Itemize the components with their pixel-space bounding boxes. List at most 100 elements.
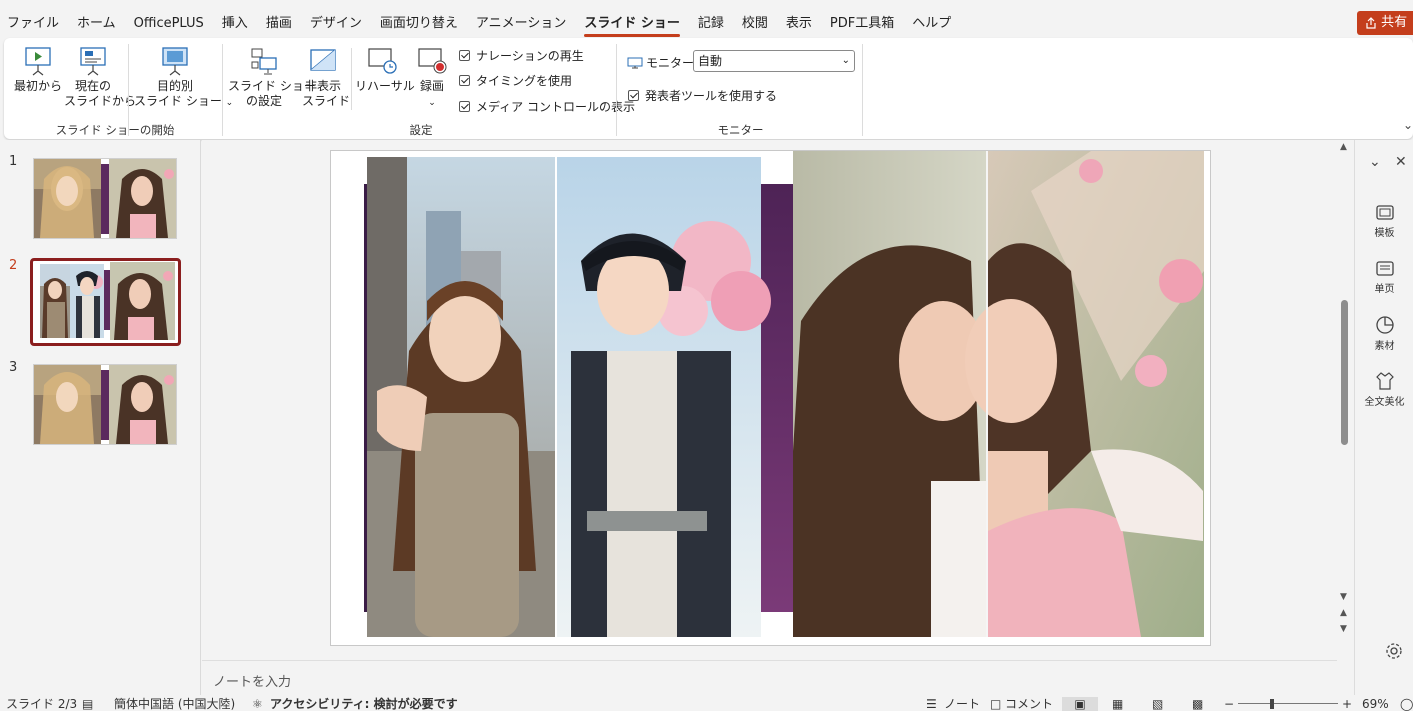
from-beginning-button[interactable]: 最初から xyxy=(14,46,62,94)
notes-pane[interactable]: ノートを入力 xyxy=(202,660,1337,694)
tab-home[interactable]: ホーム xyxy=(68,13,125,35)
sidepane-item-materials[interactable]: 素材 xyxy=(1355,315,1413,352)
record-icon xyxy=(418,48,447,74)
thumbnail-image xyxy=(34,365,176,444)
from-beginning-label: 最初から xyxy=(14,79,63,93)
notes-placeholder: ノートを入力 xyxy=(213,675,292,690)
chevron-down-icon: ⌄ xyxy=(841,55,850,66)
show-media-controls-checkbox[interactable]: メディア コントロールの表示 xyxy=(459,98,635,115)
from-current-slide-icon xyxy=(80,47,106,76)
tab-help[interactable]: ヘルプ xyxy=(903,13,960,35)
use-timings-checkbox[interactable]: タイミングを使用 xyxy=(459,72,572,89)
tab-transitions[interactable]: 画面切り替え xyxy=(371,13,467,35)
tab-pdf-tools[interactable]: PDF工具箱 xyxy=(821,13,903,35)
record-button[interactable]: 録画 ⌄ xyxy=(412,46,452,111)
comment-icon: □ xyxy=(990,697,1002,711)
tab-animations[interactable]: アニメーション xyxy=(467,13,575,35)
monitor-select[interactable]: 自動 ⌄ xyxy=(693,50,855,72)
rehearse-timings-button[interactable]: リハーサル xyxy=(355,46,415,94)
tab-officeplus[interactable]: OfficePLUS xyxy=(125,13,213,35)
zoom-out-icon[interactable]: − xyxy=(1224,697,1234,711)
chevron-down-icon: ⌄ xyxy=(428,98,436,108)
fit-to-window-icon[interactable]: ◯ xyxy=(1400,697,1413,711)
language-status[interactable]: 簡体中国語 (中国大陸) xyxy=(114,697,235,711)
hide-slide-button[interactable]: 非表示 スライド xyxy=(302,46,350,109)
slide-thumbnail-1[interactable] xyxy=(33,158,177,239)
shirt-icon xyxy=(1375,372,1394,390)
sidepane-item-single-page[interactable]: 单页 xyxy=(1355,260,1413,295)
checkbox-checked-icon xyxy=(459,50,470,61)
tab-view[interactable]: 表示 xyxy=(777,13,821,35)
from-current-slide-button[interactable]: 現在の スライドから xyxy=(64,46,136,109)
tab-file[interactable]: ファイル xyxy=(0,13,68,35)
tab-design[interactable]: デザイン xyxy=(301,13,371,35)
from-beginning-icon xyxy=(25,47,51,76)
play-narrations-checkbox[interactable]: ナレーションの再生 xyxy=(459,47,584,64)
slide-content xyxy=(364,151,1204,637)
zoom-slider[interactable] xyxy=(1238,703,1338,704)
current-slide[interactable] xyxy=(330,150,1211,646)
custom-label-1: 目的別 xyxy=(156,79,193,93)
ribbon-tabs: ファイル ホーム OfficePLUS 挿入 描画 デザイン 画面切り替え アニ… xyxy=(0,13,960,37)
close-icon[interactable]: ✕ xyxy=(1395,154,1407,170)
share-button[interactable]: 共有 xyxy=(1357,11,1413,35)
previous-slide-icon[interactable]: ▲ xyxy=(1340,608,1347,618)
play-narrations-label: ナレーションの再生 xyxy=(476,49,584,63)
spellcheck-book-icon[interactable]: ▤ xyxy=(82,697,93,711)
rehearse-timings-icon xyxy=(368,48,397,74)
checkbox-checked-icon xyxy=(459,101,470,112)
scroll-down-icon[interactable]: ▼ xyxy=(1340,592,1347,602)
collapse-chevron-icon[interactable]: ⌄ xyxy=(1369,154,1381,170)
scrollbar-thumb[interactable] xyxy=(1341,300,1348,445)
monitor-group-label: モニター xyxy=(717,123,764,137)
tab-insert[interactable]: 挿入 xyxy=(213,13,257,35)
accessibility-status[interactable]: アクセシビリティ: 検討が必要です xyxy=(270,697,458,711)
setup-slide-show-icon xyxy=(251,48,277,75)
ribbon-separator xyxy=(862,44,863,136)
ribbon-separator xyxy=(616,44,617,136)
setup-show-label-2: の設定 xyxy=(245,94,282,108)
single-page-icon xyxy=(1375,261,1394,276)
status-bar: スライド 2/3 ▤ 簡体中国語 (中国大陸) ⚛ アクセシビリティ: 検討が必… xyxy=(0,695,1413,711)
thumbnail-number: 1 xyxy=(9,154,18,169)
from-current-label-2: スライドから xyxy=(64,94,137,108)
comments-toggle[interactable]: コメント xyxy=(1005,697,1053,711)
ribbon-separator xyxy=(222,44,223,136)
tab-review[interactable]: 校閲 xyxy=(733,13,777,35)
zoom-in-icon[interactable]: + xyxy=(1342,697,1352,711)
settings-gear-icon[interactable] xyxy=(1385,642,1403,663)
slide-vertical-scrollbar[interactable]: ▲ ▼ ▲ ▼ xyxy=(1337,140,1353,640)
next-slide-icon[interactable]: ▼ xyxy=(1340,624,1347,634)
tab-draw[interactable]: 描画 xyxy=(257,13,301,35)
right-side-pane: ⌄ ✕ 模板 单页 素材 全文美化 xyxy=(1354,140,1413,695)
slide-thumbnail-3[interactable] xyxy=(33,364,177,445)
start-group-label: スライド ショーの開始 xyxy=(55,123,175,137)
custom-slide-show-button[interactable]: 目的別 スライド ショー ⌄ xyxy=(134,46,233,111)
reading-view-icon[interactable]: ▧ xyxy=(1152,697,1163,711)
menu-bar: ファイル ホーム OfficePLUS 挿入 描画 デザイン 画面切り替え アニ… xyxy=(0,0,1413,38)
show-media-controls-label: メディア コントロールの表示 xyxy=(476,100,635,114)
custom-slide-show-icon xyxy=(162,47,188,76)
notes-toggle[interactable]: ノート xyxy=(944,697,980,711)
presenter-view-label: 発表者ツールを使用する xyxy=(645,89,778,103)
setup-slide-show-button[interactable]: スライド ショー の設定 xyxy=(228,46,316,109)
setup-group-label: 設定 xyxy=(409,123,433,137)
presenter-view-checkbox[interactable]: 発表者ツールを使用する xyxy=(628,87,777,104)
tab-slide-show[interactable]: スライド ショー xyxy=(575,13,689,37)
zoom-slider-handle[interactable] xyxy=(1270,699,1274,709)
zoom-level[interactable]: 69% xyxy=(1362,697,1389,711)
sidepane-item-beautify[interactable]: 全文美化 xyxy=(1355,371,1413,408)
slide-show-view-icon[interactable]: ▩ xyxy=(1192,697,1203,711)
sidepane-item-template[interactable]: 模板 xyxy=(1355,204,1413,239)
tab-record[interactable]: 記録 xyxy=(689,13,733,35)
ribbon: 最初から 現在の スライドから 目的別 スライド ショー ⌄ スライド ショーの… xyxy=(4,38,1413,139)
slide-thumbnail-2[interactable] xyxy=(30,258,181,346)
scroll-up-icon[interactable]: ▲ xyxy=(1340,142,1347,152)
hide-slide-icon xyxy=(310,49,336,71)
slide-thumbnails-pane: 1 2 3 xyxy=(0,140,201,695)
slide-sorter-icon[interactable]: ▦ xyxy=(1112,697,1123,711)
ribbon-collapse-icon[interactable]: ⌄ xyxy=(1403,118,1413,132)
normal-view-icon[interactable]: ▣ xyxy=(1062,697,1098,711)
thumbnail-image xyxy=(34,159,176,238)
use-timings-label: タイミングを使用 xyxy=(476,74,573,88)
